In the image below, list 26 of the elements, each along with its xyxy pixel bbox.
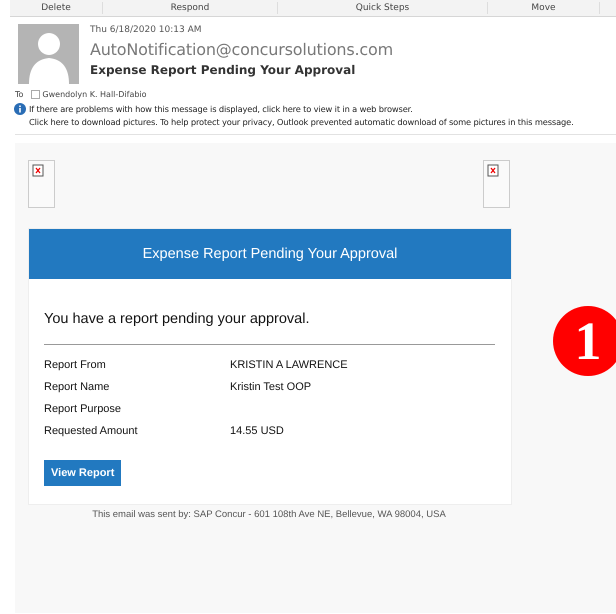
field-label: Report Name xyxy=(44,380,110,394)
sender-address: AutoNotification@concursolutions.com xyxy=(90,40,393,59)
intro-text: You have a report pending your approval. xyxy=(44,311,310,327)
field-label: Report Purpose xyxy=(44,402,122,416)
footer-text: This email was sent by: SAP Concur - 601 108th Ave NE, Bellevue, WA 98004, USA xyxy=(91,509,447,520)
ribbon-group-label: Respond xyxy=(103,2,278,14)
field-value: KRISTIN A LAWRENCE xyxy=(230,358,349,372)
to-label: To xyxy=(15,90,24,99)
view-report-button[interactable]: View Report xyxy=(44,460,122,486)
info-bar-message[interactable]: Click here to download pictures. To help protect your privacy, Outlook prevented automatic download of some pictures in this message. xyxy=(29,116,574,129)
message-subject: Expense Report Pending Your Approval xyxy=(90,63,356,77)
avatar-icon xyxy=(15,24,79,84)
field-label: Report From xyxy=(44,358,107,372)
email-banner: Expense Report Pending Your Approval xyxy=(29,229,511,279)
message-date: Thu 6/18/2020 10:13 AM xyxy=(90,25,202,35)
info-icon xyxy=(14,103,26,115)
field-label: Requested Amount xyxy=(44,424,139,438)
ribbon-group-label: Quick Steps xyxy=(278,2,488,14)
ribbon-group-label: Delete xyxy=(10,2,103,14)
field-value: 14.55 USD xyxy=(230,424,285,438)
recipient[interactable]: Gwendolyn K. Hall-Difabio xyxy=(31,90,147,99)
broken-image-icon xyxy=(28,160,55,208)
broken-image-icon xyxy=(483,160,510,208)
ribbon-group-label: Move xyxy=(488,2,600,14)
info-bar-message[interactable]: If there are problems with how this message is displayed, click here to view it in a web browser. xyxy=(29,103,574,116)
field-value: Kristin Test OOP xyxy=(230,380,312,394)
